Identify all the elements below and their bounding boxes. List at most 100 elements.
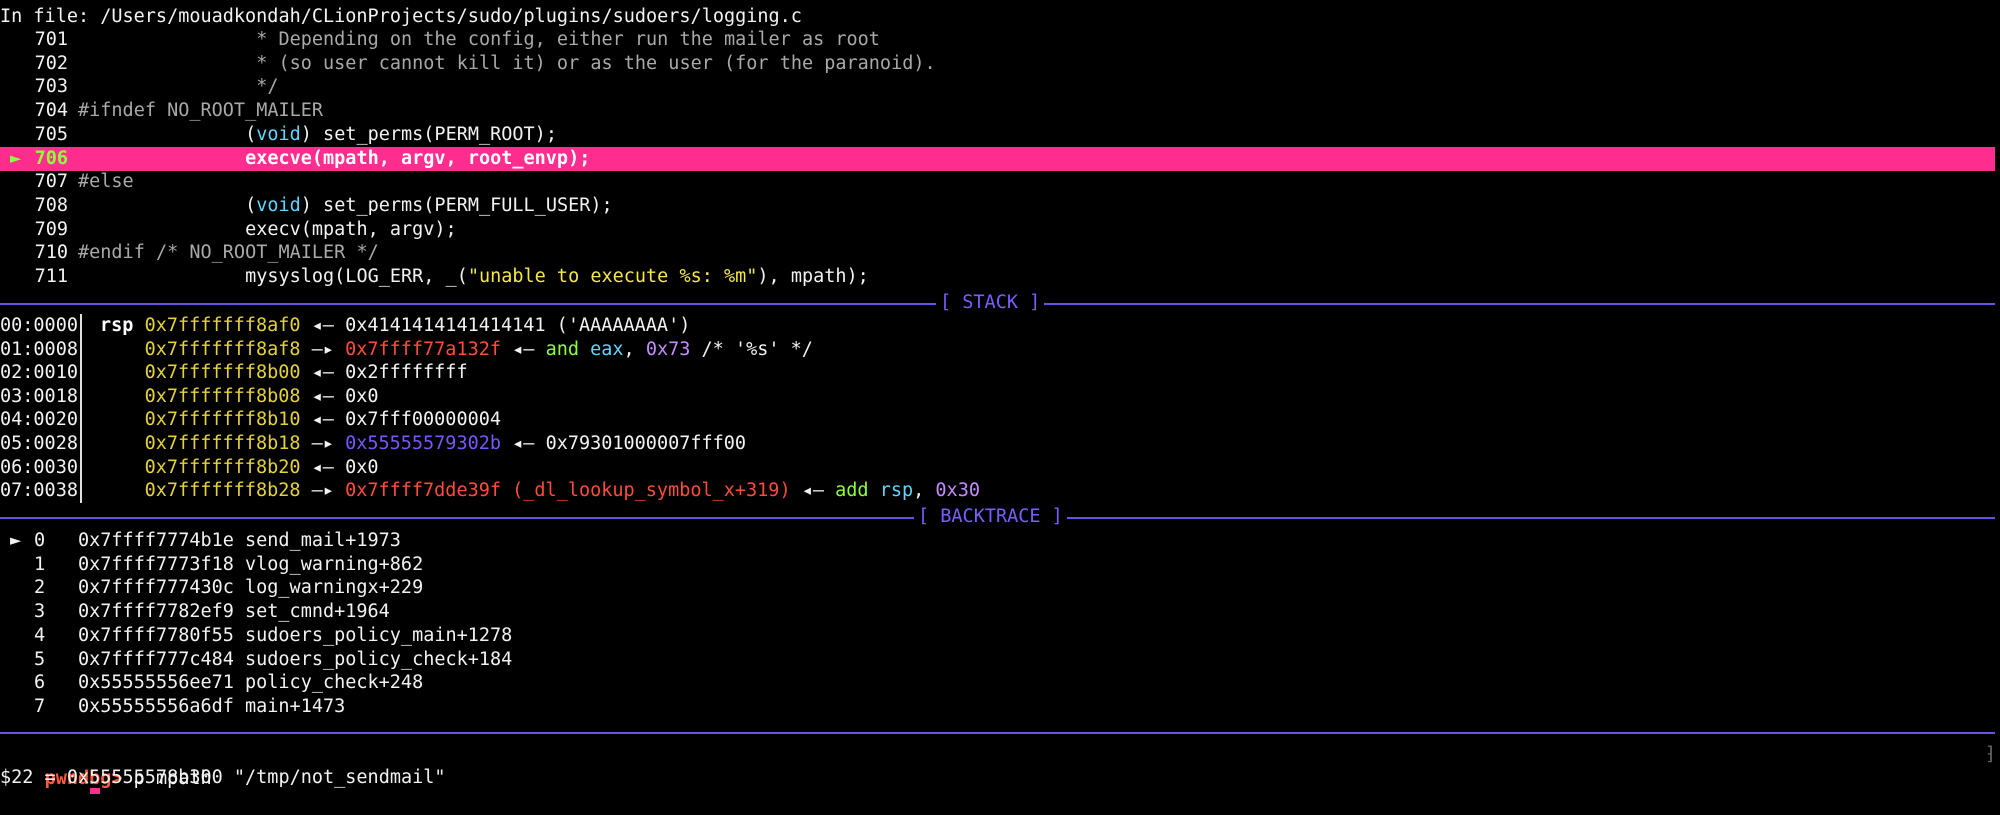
code-prefix: mysyslog(LOG_ERR, _( <box>78 266 468 287</box>
frame-function: sudoers_policy_main+1278 <box>245 624 513 646</box>
frame-index: 4 <box>34 624 46 646</box>
stack-entry: 0x7fffffff8b20 ◂— 0x0 <box>100 456 379 480</box>
frame-address: 0x7ffff7774b1e <box>78 530 234 551</box>
code-keyword: void <box>256 194 301 216</box>
backtrace-frame[interactable]: 6 0x55555556ee71 policy_check+248 <box>0 671 1995 695</box>
instruction-register: eax <box>590 338 624 360</box>
console-separator <box>0 720 1995 744</box>
frame-address: 0x7ffff7780f55 <box>78 624 234 646</box>
frame-function: send_mail+1973 <box>245 530 401 551</box>
file-header: In file: /Users/mouadkondah/CLionProject… <box>0 6 802 27</box>
frame-index: 1 <box>34 553 46 575</box>
frame-index: 7 <box>34 695 46 717</box>
backtrace-frame[interactable]: 4 0x7ffff7780f55 sudoers_policy_main+1278 <box>0 624 1995 648</box>
backtrace-frame[interactable]: ► 0 0x7ffff7774b1e send_mail+1973 <box>0 529 1995 553</box>
frame-index: 2 <box>34 577 46 599</box>
current-source-line: ► 706 execve(mpath, argv, root_envp); <box>0 146 1995 171</box>
stack-separator: [ STACK ] <box>0 291 1995 315</box>
source-code: * Depending on the config, either run th… <box>78 28 880 52</box>
source-line: 711 mysyslog(LOG_ERR, _("unable to execu… <box>0 265 1995 289</box>
stack-row: 01:0008 0x7fffffff8af8 —▸ 0x7ffff77a132f… <box>0 337 1995 362</box>
stack-address: 0x7fffffff8b18 <box>144 433 301 454</box>
frame-function: main+1473 <box>245 695 346 717</box>
pointer-arrow: ◂— <box>512 433 535 454</box>
stack-address: 0x7fffffff8af8 <box>144 338 301 360</box>
line-number: 701 <box>34 29 68 50</box>
instruction-register: rsp <box>879 480 914 502</box>
pointer-arrow: —▸ <box>311 433 334 454</box>
frame-index: 6 <box>34 672 46 694</box>
source-line: 702 * (so user cannot kill it) or as the… <box>0 52 1995 76</box>
stack-row: 06:0030 0x7fffffff8b20 ◂— 0x0 <box>0 455 1995 480</box>
stack-row: 04:0020 0x7fffffff8b10 ◂— 0x7fff00000004 <box>0 408 1995 433</box>
backtrace-separator: [ BACKTRACE ] <box>0 505 1995 529</box>
frame-index: 3 <box>34 601 46 623</box>
stack-value: 0x79301000007fff00 <box>545 433 747 454</box>
source-code: (void) set_perms(PERM_ROOT); <box>78 123 557 147</box>
stack-divider <box>80 455 82 480</box>
backtrace-frame[interactable]: 1 0x7ffff7773f18 vlog_warning+862 <box>0 553 1995 577</box>
source-code: execve(mpath, argv, root_envp); <box>78 147 590 171</box>
code-prefix: ( <box>78 123 257 145</box>
source-line: 710 #endif /* NO_ROOT_MAILER */ <box>0 241 1995 265</box>
stack-offset: 02:0010 <box>0 362 78 384</box>
instruction-immediate: 0x73 <box>645 338 691 360</box>
backtrace-frame[interactable]: 3 0x7ffff7782ef9 set_cmnd+1964 <box>0 600 1995 624</box>
pointer-arrow: ◂— <box>801 480 825 502</box>
code-text: * Depending on the config, either run th… <box>78 29 880 50</box>
frame-function: set_cmnd+1964 <box>245 601 390 623</box>
line-number: 703 <box>34 76 68 98</box>
code-text: * (so user cannot kill it) or as the use… <box>78 52 936 74</box>
code-text: #endif /* NO_ROOT_MAILER */ <box>78 242 379 264</box>
code-text: */ <box>78 76 279 98</box>
pointer-arrow: —▸ <box>311 480 334 502</box>
pointer-arrow: ◂— <box>311 385 334 407</box>
source-line: 703 */ <box>0 75 1995 99</box>
pointer-arrow: —▸ <box>311 338 334 360</box>
instruction-comment: /* '%s' */ <box>701 338 813 360</box>
pointer-arrow: ◂— <box>311 315 334 336</box>
scroll-indicator[interactable]: ⁆ <box>1985 744 1996 765</box>
stack-register: rsp <box>100 315 134 336</box>
stack-entry: 0x7fffffff8b08 ◂— 0x0 <box>100 385 379 409</box>
backtrace-frame[interactable]: 2 0x7ffff777430c log_warningx+229 <box>0 576 1995 600</box>
line-number: 705 <box>34 123 68 145</box>
stack-divider <box>80 361 82 386</box>
code-suffix: ), mpath); <box>757 266 869 287</box>
terminal-cursor <box>90 788 100 794</box>
line-number: 708 <box>34 194 68 216</box>
stack-offset: 07:0038 <box>0 480 78 502</box>
line-number: 702 <box>34 52 68 74</box>
frame-function: sudoers_policy_check+184 <box>245 648 513 670</box>
stack-row: 00:0000 rsp 0x7fffffff8af0 ◂— 0x414141414… <box>0 314 1995 338</box>
stack-entry: 0x7fffffff8b28 —▸ 0x7ffff7dde39f (_dl_lo… <box>144 480 980 502</box>
frame-index: 5 <box>34 648 46 670</box>
stack-row: 07:0038 0x7fffffff8b28 —▸ 0x7ffff7dde39f… <box>0 479 1995 504</box>
stack-divider <box>80 314 82 338</box>
pointer-arrow: ◂— <box>311 409 334 431</box>
stack-address: 0x7fffffff8b20 <box>144 456 301 478</box>
stack-entry: 0x7fffffff8af8 —▸ 0x7ffff77a132f ◂— and … <box>144 338 813 360</box>
frame-address: 0x55555556a6df <box>78 695 234 717</box>
stack-value: 0x2ffffffff <box>345 362 468 384</box>
stack-value: 0x4141414141414141 ('AAAAAAAA') <box>345 315 691 336</box>
backtrace-frame[interactable]: 7 0x55555556a6df main+1473 <box>0 695 1995 719</box>
stack-entry: 0x7fffffff8b18 —▸ 0x55555579302b ◂— 0x79… <box>100 432 746 456</box>
stack-offset: 01:0008 <box>0 338 78 360</box>
stack-divider <box>80 337 82 362</box>
stack-divider <box>80 384 82 409</box>
source-code: */ <box>78 75 278 99</box>
frame-address: 0x7ffff7782ef9 <box>78 601 234 623</box>
frame-function: policy_check+248 <box>245 672 424 694</box>
frame-address: 0x7ffff777430c <box>78 577 234 599</box>
stack-entry: rsp 0x7fffffff8af0 ◂— 0x4141414141414141… <box>100 314 690 338</box>
stack-divider <box>80 479 82 504</box>
console-command-line[interactable]: pwndbg> p mpath <box>0 743 1995 789</box>
frame-index: 0 <box>34 530 46 551</box>
pointer-arrow: ◂— <box>311 362 334 384</box>
backtrace-frame[interactable]: 5 0x7ffff777c484 sudoers_policy_check+184 <box>0 648 1995 672</box>
source-code: mysyslog(LOG_ERR, _("unable to execute %… <box>78 265 869 289</box>
line-number: 707 <box>34 171 68 193</box>
frame-address: 0x7ffff7773f18 <box>78 553 234 575</box>
stack-offset: 03:0018 <box>0 385 78 407</box>
